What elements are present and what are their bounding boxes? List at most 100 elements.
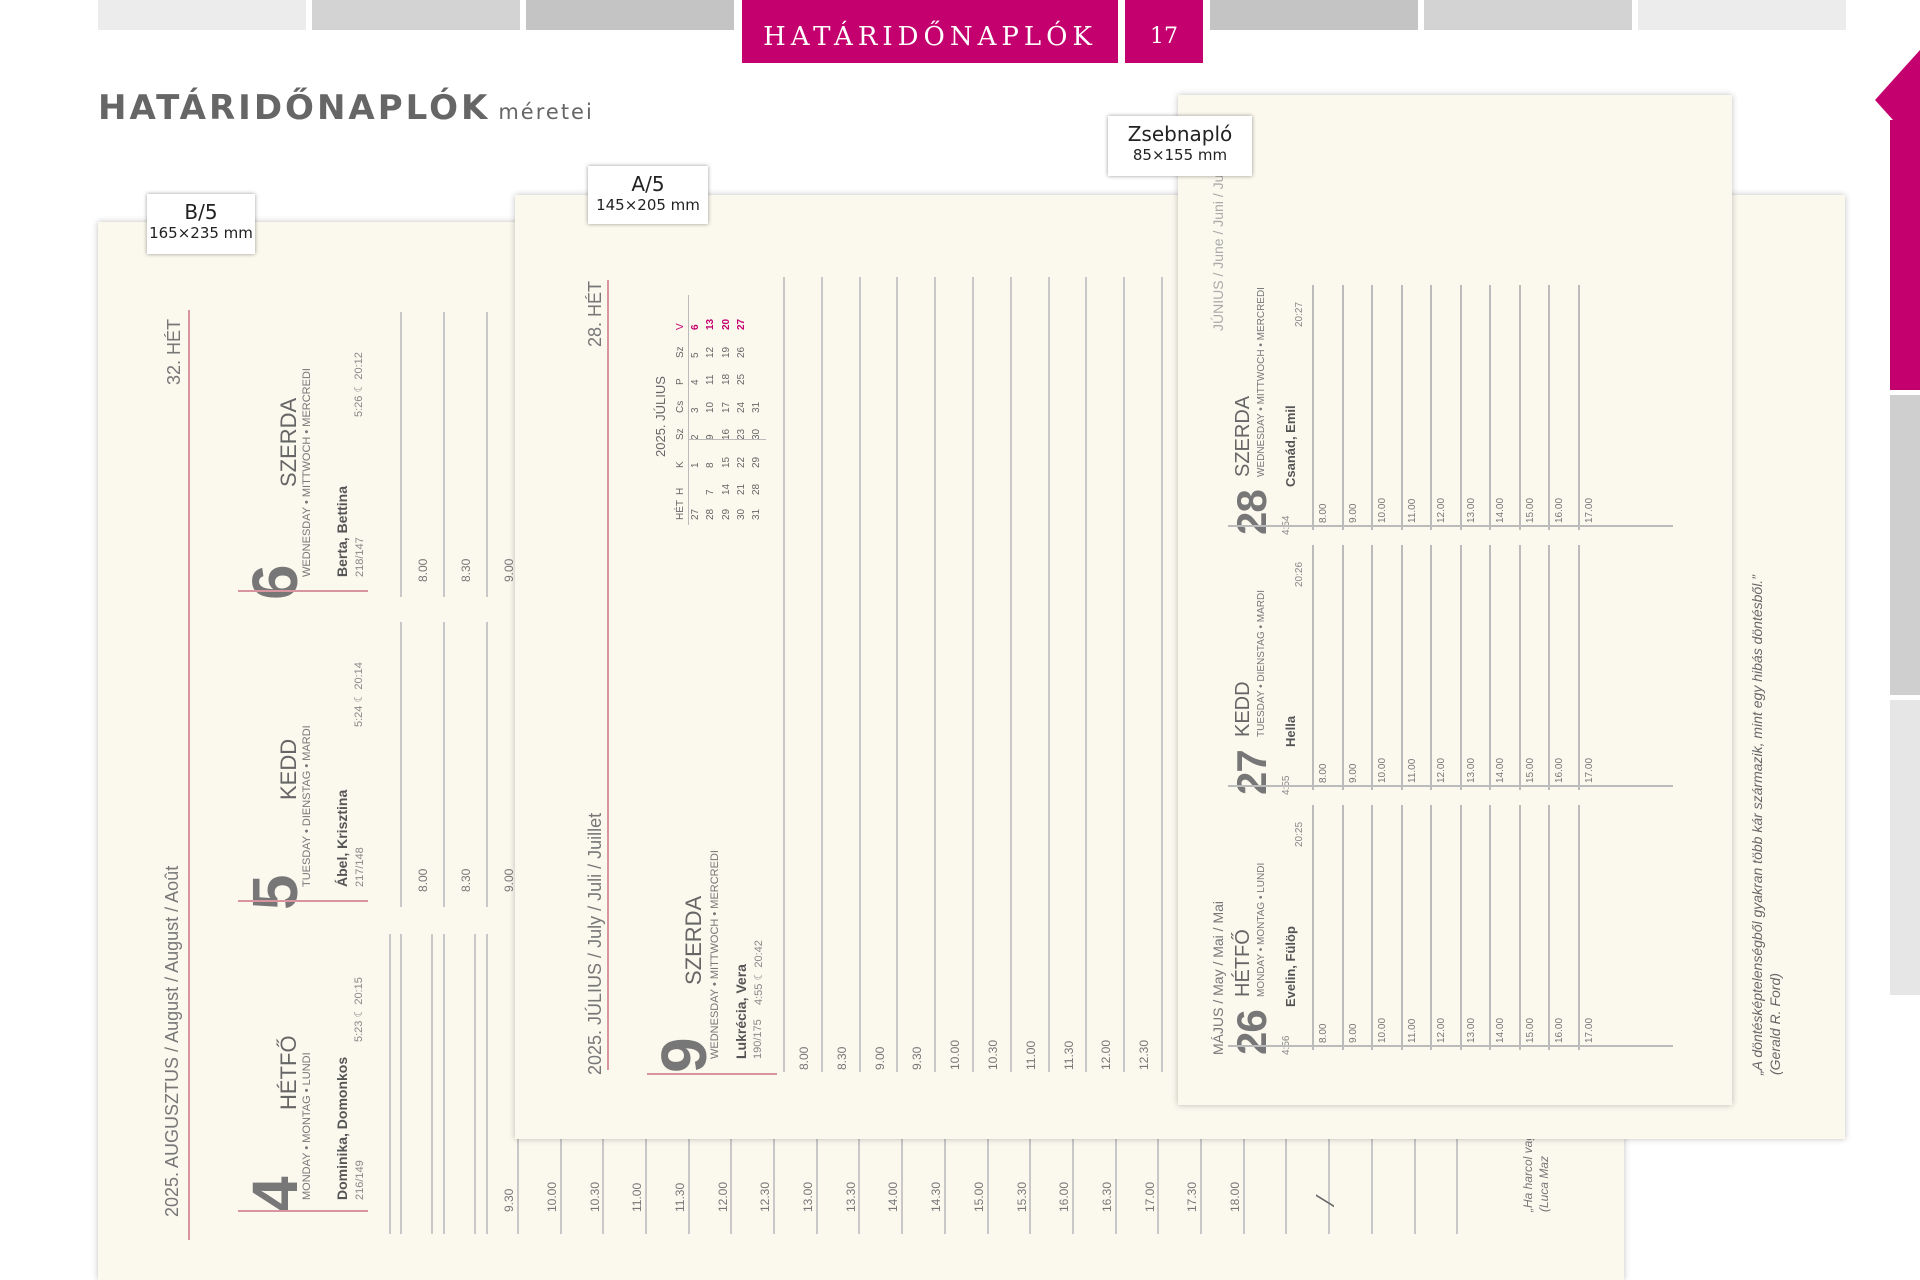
a5-cal-cell: 4 (690, 379, 702, 385)
a5-time-label: 8.00 (797, 1046, 811, 1070)
pocket-time-rule (1400, 805, 1403, 1050)
a5-cal-cell: 21 (735, 483, 747, 495)
pocket-month-right: JÚNIUS / June / Juni / Juin (1210, 163, 1226, 331)
b5-time-label: 8.00 (416, 868, 430, 892)
a5-time-rule (1085, 277, 1088, 1072)
b5-time-label: 12.00 (715, 1181, 730, 1212)
a5-cal-cell: 3 (690, 406, 702, 413)
a5-cal-cell: 5 (690, 351, 702, 358)
b5-time-label: 12.30 (758, 1181, 773, 1212)
pocket-time-rule (1518, 285, 1521, 530)
a5-day-name: SZERDA (681, 895, 706, 985)
a5-time-rule (972, 277, 974, 1072)
a5-cal-header: V (675, 323, 686, 330)
b5-time-label: 18.00 (1228, 1181, 1242, 1212)
side-tab[interactable] (1890, 700, 1920, 995)
a5-cal-divider (688, 295, 689, 525)
a5-cal-cell: 15 (720, 456, 732, 468)
a5-day-of-year: 190/175 (752, 1019, 764, 1059)
pocket-time-label: 11.00 (1406, 498, 1418, 523)
pocket-day-langs: MONDAY • MONTAG • LUNDI (1256, 862, 1267, 997)
pocket-time-rule (1430, 285, 1432, 530)
a5-time-label: 12.00 (1099, 1039, 1114, 1070)
b5-day-rule (238, 1210, 368, 1212)
a5-cal-cell: 6 (690, 324, 702, 330)
nav-tab[interactable] (1210, 0, 1418, 30)
side-tab[interactable] (1890, 395, 1920, 695)
nav-tab[interactable] (1638, 0, 1846, 30)
a5-cal-cell: 12 (705, 346, 717, 358)
a5-cal-cell: 18 (720, 373, 732, 385)
b5-time-label: 13.00 (801, 1181, 815, 1212)
pocket-time-rule (1459, 545, 1462, 790)
pocket-time-label: 10.00 (1377, 757, 1388, 783)
a5-cal-header: Cs (675, 400, 686, 413)
a5-time-rule (1009, 277, 1012, 1072)
pocket-day-number: 26 (1228, 1010, 1275, 1055)
a5-cal-cell: 25 (735, 373, 747, 385)
page-number: 17 (1125, 0, 1203, 63)
a5-cal-cell: 10 (705, 401, 717, 413)
pocket-time-label: 12.00 (1436, 497, 1447, 523)
a5-cal-cell: 8 (705, 461, 717, 468)
a5-cal-header: HÉT (675, 500, 686, 520)
b5-time-label: 10.30 (587, 1181, 602, 1212)
side-tab-active[interactable] (1890, 120, 1920, 390)
a5-time-label: 11.00 (1023, 1040, 1038, 1070)
nav-tab[interactable] (98, 0, 306, 30)
a5-time-label: 8.30 (834, 1046, 849, 1070)
size-label-dims: 165×235 mm (149, 224, 253, 242)
b5-day-of-year: 217/148 (354, 847, 366, 887)
page-subtitle: méretei (498, 100, 594, 124)
a5-quote-author: (Gerald R. Ford) (1767, 973, 1783, 1075)
pocket-time-rule (1577, 285, 1580, 530)
pocket-time-rule (1489, 805, 1491, 1050)
a5-time-label: 10.00 (948, 1039, 963, 1070)
pocket-time-rule (1430, 805, 1432, 1050)
b5-sun-times: 5:26 ☾ 20:12 (353, 352, 365, 417)
nav-tab[interactable] (526, 0, 734, 30)
a5-day-langs: WEDNESDAY • MITTWOCH • MERCREDI (709, 850, 721, 1059)
pocket-time-label: 8.00 (1318, 763, 1329, 783)
pocket-time-label: 8.00 (1318, 1023, 1329, 1043)
pocket-sunset: 20:27 (1294, 301, 1305, 327)
size-label-pocket: Zsebnapló 85×155 mm (1108, 116, 1252, 176)
b5-time-rule (474, 934, 477, 1234)
pocket-nameday: Hella (1283, 715, 1298, 747)
b5-sun-times: 5:23 ☾ 20:15 (353, 977, 365, 1042)
pocket-time-rule (1548, 285, 1550, 530)
a5-time-label: 12.30 (1137, 1039, 1152, 1070)
pocket-time-rule (1371, 285, 1373, 530)
pocket-time-rule (1548, 805, 1550, 1050)
pocket-time-rule (1430, 545, 1432, 790)
pocket-day-number: 28 (1228, 490, 1275, 535)
b5-sun-times: 5:24 ☾ 20:14 (353, 662, 365, 727)
pocket-time-rule (1518, 805, 1521, 1050)
pocket-time-label: 16.00 (1554, 497, 1565, 523)
b5-time-label: 8.00 (416, 558, 430, 582)
a5-cal-header: Sz (675, 345, 686, 358)
b5-day-rule (238, 590, 368, 592)
pocket-time-label: 16.00 (1554, 757, 1565, 783)
pocket-time-label: 15.00 (1524, 757, 1536, 783)
pocket-sunset: 20:26 (1294, 561, 1305, 587)
pocket-time-label: 8.00 (1318, 503, 1329, 523)
pocket-day-rule (1228, 1045, 1673, 1047)
nav-tab[interactable] (312, 0, 520, 30)
b5-time-label: 17.00 (1142, 1181, 1157, 1212)
b5-time-label: 8.30 (459, 558, 473, 582)
pocket-time-rule (1341, 285, 1344, 530)
a5-time-rule (896, 277, 899, 1072)
b5-day-langs: TUESDAY • DIENSTAG • MARDI (301, 725, 313, 887)
a5-cal-cell: 22 (735, 456, 747, 468)
a5-cal-cell: 13 (705, 318, 717, 330)
b5-day-langs: WEDNESDAY • MITTWOCH • MERCREDI (301, 368, 313, 577)
b5-nameday: Berta, Bettina (334, 485, 350, 577)
pocket-time-label: 17.00 (1583, 1017, 1595, 1043)
section-tab[interactable]: HATÁRIDŐNAPLÓK (742, 0, 1118, 63)
b5-time-label: 9.30 (502, 1188, 517, 1212)
nav-tab[interactable] (1424, 0, 1632, 30)
size-label-name: B/5 (184, 200, 218, 224)
b5-time-rule (486, 312, 488, 597)
a5-cal-cell: 27 (735, 318, 747, 330)
